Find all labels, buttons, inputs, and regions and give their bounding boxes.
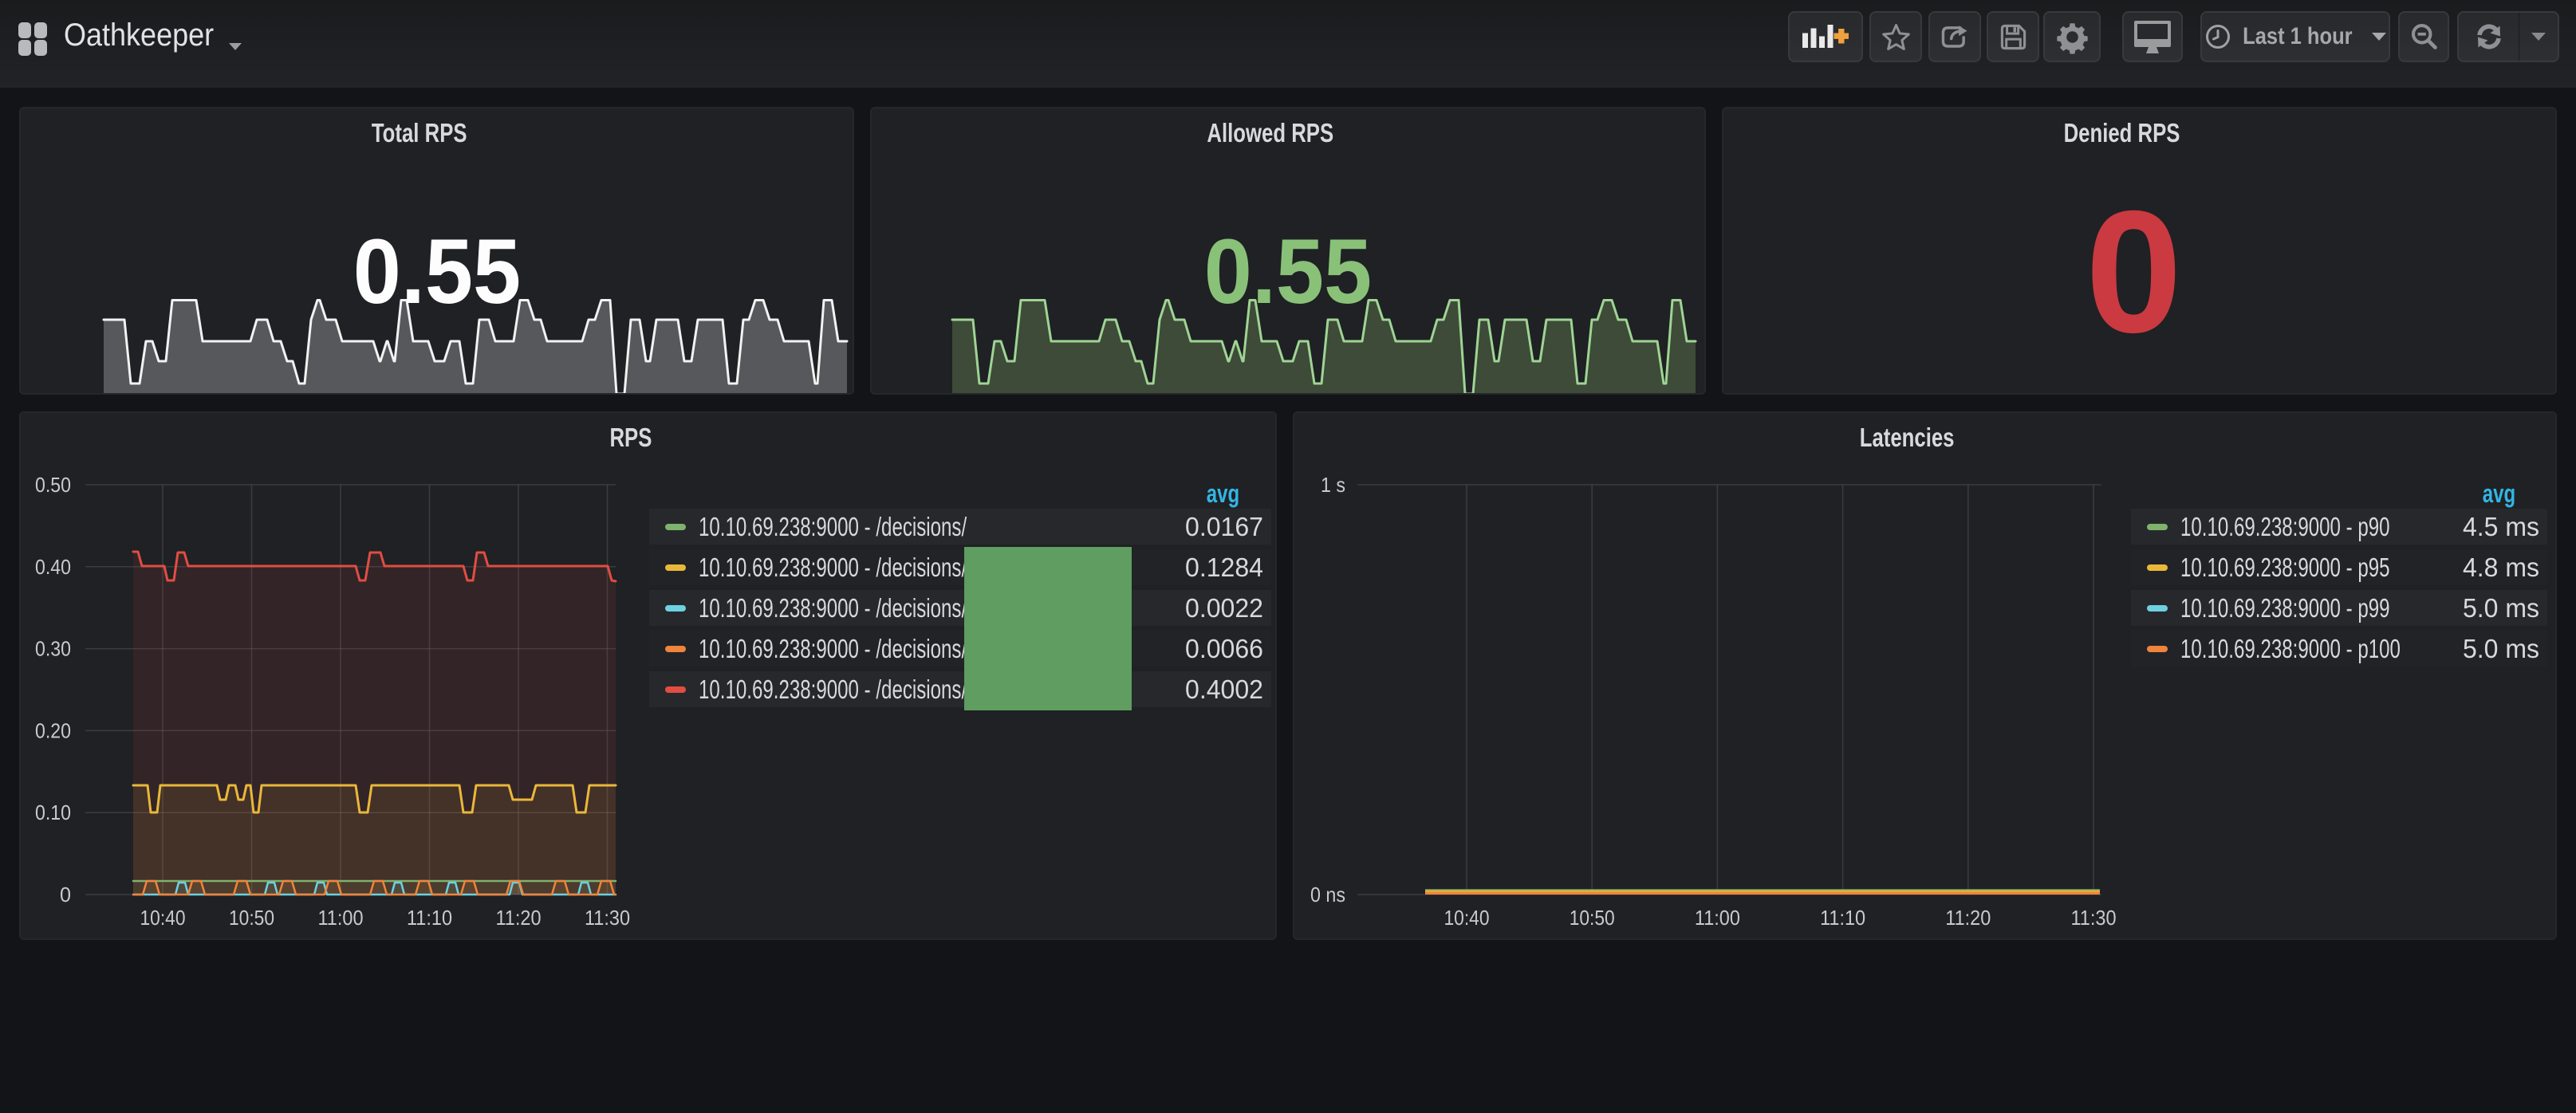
svg-text:11:10: 11:10 <box>407 906 452 930</box>
svg-text:0.40: 0.40 <box>35 555 71 579</box>
svg-text:0.30: 0.30 <box>35 637 71 661</box>
svg-text:10:50: 10:50 <box>1570 906 1615 930</box>
svg-text:0 ns: 0 ns <box>1310 883 1345 907</box>
svg-text:11:10: 11:10 <box>1820 906 1865 930</box>
svg-text:10:50: 10:50 <box>229 906 274 930</box>
svg-text:11:30: 11:30 <box>585 906 630 930</box>
svg-text:10:40: 10:40 <box>140 906 186 930</box>
svg-text:0.20: 0.20 <box>35 718 71 742</box>
svg-text:11:30: 11:30 <box>2071 906 2117 930</box>
svg-text:0: 0 <box>60 883 71 907</box>
svg-text:11:20: 11:20 <box>496 906 542 930</box>
svg-text:11:00: 11:00 <box>318 906 364 930</box>
svg-text:0.10: 0.10 <box>35 800 71 824</box>
svg-text:1 s: 1 s <box>1321 473 1345 497</box>
svg-text:11:00: 11:00 <box>1695 906 1740 930</box>
svg-text:10:40: 10:40 <box>1444 906 1490 930</box>
svg-text:11:20: 11:20 <box>1945 906 1991 930</box>
svg-text:0.50: 0.50 <box>35 473 71 497</box>
